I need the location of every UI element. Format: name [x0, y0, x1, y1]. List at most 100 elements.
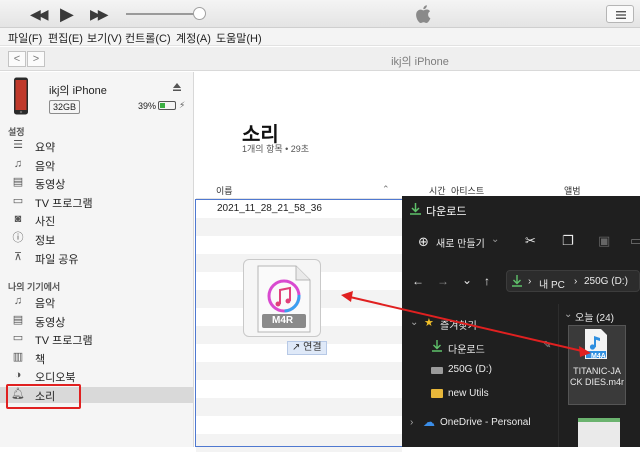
- window-title: ikj의 iPhone: [391, 56, 449, 68]
- info-icon: ⓘ: [12, 232, 24, 244]
- film-icon: ▤: [12, 176, 24, 189]
- music-icon: ♫: [13, 295, 23, 307]
- sidebar-item-label: 동영상: [35, 316, 66, 329]
- expand-chevron-icon[interactable]: ›: [410, 417, 413, 428]
- group-header-today: 오늘 (24): [575, 313, 614, 324]
- download-icon: [432, 340, 442, 352]
- battery-level: [160, 103, 166, 108]
- sidebar-item-summary[interactable]: ☰ 요약: [10, 138, 190, 154]
- menu-edit[interactable]: 편집(E): [48, 30, 83, 46]
- up-next-list-button[interactable]: [606, 5, 634, 23]
- sidebar-item-music[interactable]: ♫ 음악: [10, 294, 190, 310]
- sidebar-item-tv[interactable]: ▭ TV 프로그램: [10, 331, 190, 347]
- volume-knob[interactable]: [193, 7, 206, 20]
- breadcrumb-this-pc[interactable]: 내 PC: [539, 276, 565, 291]
- sidebar-item-share[interactable]: ⊼ 파일 공유: [10, 250, 190, 266]
- file-name: TITANIC-JACK DIES.m4r: [570, 366, 625, 387]
- sidebar-item-label: 동영상: [35, 179, 66, 192]
- tv-icon: ▭: [12, 194, 24, 207]
- sidebar-item-tv[interactable]: ▭ TV 프로그램: [10, 194, 190, 210]
- dragged-file[interactable]: M4R: [243, 259, 321, 337]
- sidebar-item-label: TV 프로그램: [35, 335, 93, 348]
- music-icon: ♫: [13, 157, 23, 170]
- nav-favorites[interactable]: 즐겨찾기: [440, 317, 477, 332]
- folder-icon: [431, 389, 443, 398]
- menu-controls[interactable]: 컨트롤(C): [125, 30, 171, 46]
- sidebar-item-music[interactable]: ♫ 음악: [10, 157, 190, 173]
- device-name: ikj의 iPhone: [49, 85, 107, 97]
- eject-icon[interactable]: [172, 82, 182, 92]
- sidebar-item-film[interactable]: ▤ 동영상: [10, 175, 190, 191]
- nav-new-utils[interactable]: new Utils: [448, 388, 489, 399]
- battery-percent: 39%: [138, 101, 157, 111]
- drive-icon: [431, 367, 443, 374]
- capacity-badge: 32GB: [49, 100, 81, 114]
- back-button[interactable]: <: [8, 51, 26, 67]
- path-separator-icon: ›: [528, 276, 532, 287]
- download-icon: [410, 203, 421, 215]
- nav-downloads[interactable]: 다운로드: [448, 341, 485, 356]
- sort-chevron-icon[interactable]: ⌃: [382, 184, 390, 195]
- sidebar-item-label: 책: [35, 353, 46, 366]
- next-track-button[interactable]: ▶▶: [90, 0, 108, 28]
- play-button[interactable]: ▶: [60, 0, 74, 28]
- recent-dropdown-icon[interactable]: ⌄: [462, 273, 472, 287]
- sidebar-item-label: 요약: [35, 142, 56, 154]
- cut-icon[interactable]: ✂: [525, 233, 536, 249]
- sidebar-item-film[interactable]: ▤ 동영상: [10, 313, 190, 329]
- sidebar-item-info[interactable]: ⓘ 정보: [10, 231, 190, 247]
- file-type-label: M4R: [272, 315, 294, 326]
- page-subtitle: 1개의 항목 • 29초: [242, 144, 310, 154]
- nav-onedrive[interactable]: OneDrive - Personal: [440, 417, 531, 428]
- tv-icon: ▭: [12, 332, 24, 345]
- menu-help[interactable]: 도움말(H): [216, 30, 262, 46]
- list-icon: [616, 11, 626, 19]
- forward-button[interactable]: >: [27, 51, 45, 67]
- column-name[interactable]: 이름: [216, 184, 233, 197]
- sidebar-item-book[interactable]: ▥ 책: [10, 350, 190, 366]
- previous-track-button[interactable]: ◀◀: [30, 0, 48, 28]
- sidebar-item-label: TV 프로그램: [35, 197, 93, 210]
- battery-icon: [158, 101, 176, 110]
- new-plus-icon[interactable]: ⊕: [418, 234, 429, 250]
- new-button[interactable]: 새로 만들기: [436, 235, 485, 250]
- breadcrumb-drive[interactable]: 250G (D:): [584, 276, 628, 287]
- up-arrow-icon[interactable]: ↑: [484, 274, 490, 288]
- table-row-name[interactable]: 2021_11_28_21_58_36: [217, 203, 322, 214]
- file-thumbnail[interactable]: [578, 418, 620, 447]
- pin-icon[interactable]: ✎: [543, 340, 551, 351]
- collapse-chevron-icon[interactable]: ⌄: [410, 317, 418, 328]
- camera-icon: ◙: [14, 213, 22, 226]
- menu-view[interactable]: 보기(V): [87, 30, 122, 46]
- address-download-icon: [512, 275, 522, 287]
- sidebar-item-camera[interactable]: ◙ 사진: [10, 212, 190, 228]
- group-collapse-icon[interactable]: ⌄: [564, 309, 572, 320]
- on-my-device-header: 나의 기기에서: [8, 282, 61, 292]
- copy-icon[interactable]: ❐: [562, 233, 574, 249]
- rename-icon[interactable]: ▭: [630, 233, 640, 249]
- forward-arrow-icon[interactable]: →: [437, 274, 449, 288]
- menu-account[interactable]: 계정(A): [176, 30, 211, 46]
- iphone-device-icon: [14, 77, 28, 115]
- charging-icon: ⚡: [179, 100, 186, 110]
- sidebar-item-label: 사진: [35, 216, 56, 229]
- audiobook-icon: ◑: [14, 369, 22, 382]
- sidebar-item-audiobook[interactable]: ◑ 오디오북: [10, 368, 190, 384]
- m4r-file-icon: [257, 265, 311, 333]
- share-icon: ⊼: [13, 250, 23, 263]
- sidebar-item-label: 음악: [35, 298, 56, 310]
- volume-slider[interactable]: [126, 13, 202, 15]
- apple-logo-icon: [416, 5, 431, 23]
- paste-icon[interactable]: ▣: [598, 233, 610, 249]
- menu-file[interactable]: 파일(F): [8, 30, 42, 46]
- star-icon: ★: [424, 317, 434, 329]
- back-arrow-icon[interactable]: ←: [412, 274, 424, 288]
- settings-header: 설정: [8, 127, 25, 137]
- nav-drive-d[interactable]: 250G (D:): [448, 364, 492, 375]
- sidebar-item-label: 오디오북: [35, 372, 76, 385]
- navigation-bar: [0, 47, 640, 71]
- sidebar-item-label: 음악: [35, 160, 56, 173]
- explorer-title: 다운로드: [426, 206, 467, 218]
- drop-action-label: ↗ 연결: [287, 341, 327, 355]
- new-dropdown-icon[interactable]: ⌄: [491, 234, 499, 245]
